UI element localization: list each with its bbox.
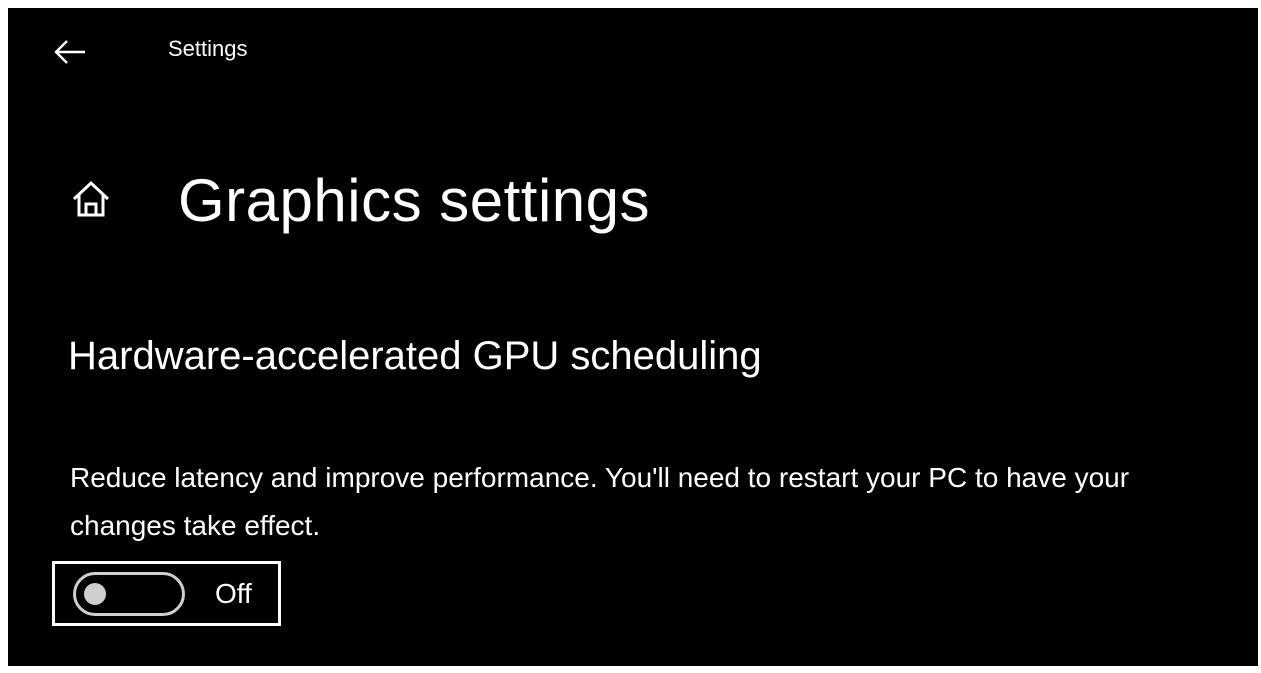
toggle-track[interactable] xyxy=(73,571,185,616)
gpu-scheduling-heading: Hardware-accelerated GPU scheduling xyxy=(68,334,762,378)
settings-window: Settings Graphics settings Hardware-acce… xyxy=(8,8,1258,666)
page-title: Graphics settings xyxy=(178,167,651,234)
app-title: Settings xyxy=(168,36,248,61)
gpu-scheduling-toggle[interactable]: Off xyxy=(52,561,281,626)
home-icon xyxy=(72,180,110,217)
toggle-knob xyxy=(84,582,106,605)
back-button[interactable] xyxy=(50,32,90,72)
back-arrow-icon xyxy=(54,40,85,64)
gpu-scheduling-description: Reduce latency and improve performance. … xyxy=(70,462,1130,541)
toggle-state-label: Off xyxy=(215,577,252,609)
home-button[interactable] xyxy=(70,178,112,220)
title-bar: Settings xyxy=(8,8,1258,88)
page-header: Graphics settings xyxy=(8,156,1258,246)
